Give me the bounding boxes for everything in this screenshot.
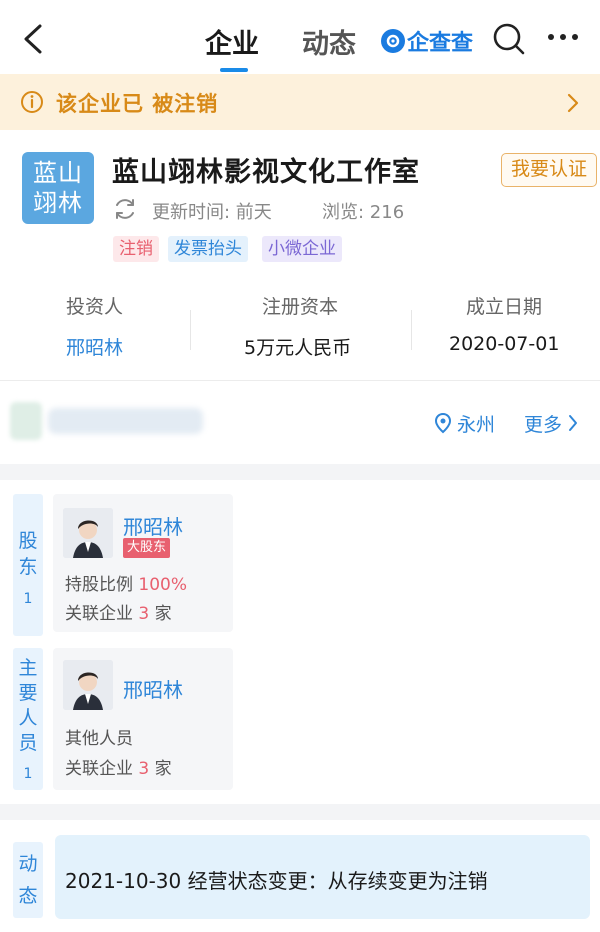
- verify-button[interactable]: 我要认证: [501, 153, 597, 187]
- ratio-value: 100%: [138, 575, 188, 595]
- related-companies[interactable]: 关联企业 3 家: [65, 754, 172, 779]
- company-logo: 蓝山 翊林: [22, 152, 94, 224]
- key-personnel-label: 主 要 人 员 1: [13, 648, 43, 790]
- related-count: 3: [138, 759, 150, 779]
- refresh-icon[interactable]: [112, 196, 138, 222]
- search-icon[interactable]: [492, 22, 526, 56]
- section-gap: [0, 464, 600, 480]
- investor-label: 投资人: [66, 296, 124, 318]
- logo-line-1: 蓝山: [33, 159, 83, 187]
- brand-mark-icon: [381, 29, 405, 53]
- related-count: 3: [138, 604, 150, 624]
- banner-text: 该企业已 被注销: [56, 92, 219, 116]
- feed-item[interactable]: 2021-10-30 经营状态变更：从存续变更为注销: [55, 835, 590, 919]
- active-tab-indicator: [220, 68, 248, 72]
- location-pin-icon: [434, 412, 452, 434]
- major-shareholder-badge: 大股东: [123, 538, 171, 558]
- back-arrow-icon[interactable]: [18, 22, 48, 56]
- related-unit: 家: [154, 759, 172, 779]
- tab-feed[interactable]: 动态: [302, 22, 356, 61]
- brand-logo: 企查查: [381, 25, 473, 57]
- personnel-count: 1: [23, 766, 33, 782]
- label-char: 人: [18, 707, 38, 729]
- personnel-card[interactable]: 邢昭林 其他人员 关联企业 3 家: [53, 648, 233, 790]
- feed-label: 动 态: [13, 842, 43, 918]
- capital-label: 注册资本: [262, 296, 339, 318]
- chevron-right-icon[interactable]: [568, 414, 578, 432]
- related-unit: 家: [154, 604, 172, 624]
- label-char: 要: [18, 682, 38, 704]
- more-link[interactable]: 更多: [524, 410, 562, 437]
- logo-line-2: 翊林: [33, 189, 83, 217]
- company-name: 蓝山翊林影视文化工作室: [112, 157, 420, 188]
- divider: [190, 310, 191, 350]
- label-char: 主: [18, 657, 38, 679]
- tag-deregistered[interactable]: 注销: [113, 236, 159, 262]
- view-count: 浏览: 216: [322, 202, 405, 223]
- tab-company[interactable]: 企业: [205, 22, 259, 61]
- blurred-icon: [10, 402, 42, 440]
- related-label: 关联企业: [65, 604, 133, 624]
- blurred-address: [48, 408, 203, 434]
- shareholders-label: 股 东 1: [13, 494, 43, 636]
- deregistered-banner[interactable]: 该企业已 被注销: [0, 74, 600, 130]
- avatar: [63, 508, 113, 558]
- capital-value: 5万元人民币: [244, 337, 352, 359]
- label-char: 员: [18, 732, 38, 754]
- label-char: 东: [18, 556, 38, 578]
- feed-text: 2021-10-30 经营状态变更：从存续变更为注销: [65, 869, 488, 893]
- brand-name: 企查查: [407, 31, 474, 56]
- tag-invoice-header[interactable]: 发票抬头: [168, 236, 248, 262]
- update-time: 更新时间: 前天: [152, 202, 272, 223]
- avatar: [63, 660, 113, 710]
- shareholder-card[interactable]: 邢昭林 大股东 持股比例 100% 关联企业 3 家: [53, 494, 233, 632]
- investor-value[interactable]: 邢昭林: [66, 333, 123, 360]
- founded-label: 成立日期: [466, 296, 543, 318]
- label-char: 股: [18, 530, 38, 552]
- ratio-label: 持股比例: [65, 575, 133, 595]
- personnel-name[interactable]: 邢昭林: [123, 674, 183, 703]
- shareholder-count: 1: [23, 591, 33, 607]
- tag-small-enterprise[interactable]: 小微企业: [262, 236, 342, 262]
- shareholder-name[interactable]: 邢昭林: [123, 511, 183, 540]
- label-char: 态: [18, 885, 38, 907]
- section-gap: [0, 804, 600, 820]
- top-nav: 企业 动态 企查查: [0, 0, 600, 74]
- label-char: 动: [18, 853, 38, 875]
- personnel-role: 其他人员: [65, 729, 133, 749]
- chevron-right-icon: [567, 93, 579, 113]
- divider: [0, 380, 600, 381]
- more-options-icon[interactable]: [546, 30, 580, 44]
- related-label: 关联企业: [65, 759, 133, 779]
- shareholding-ratio: 持股比例 100%: [65, 570, 187, 595]
- divider: [411, 310, 412, 350]
- founded-value: 2020-07-01: [449, 333, 560, 355]
- related-companies[interactable]: 关联企业 3 家: [65, 599, 172, 624]
- city-link[interactable]: 永州: [457, 410, 495, 437]
- info-icon: [21, 91, 43, 113]
